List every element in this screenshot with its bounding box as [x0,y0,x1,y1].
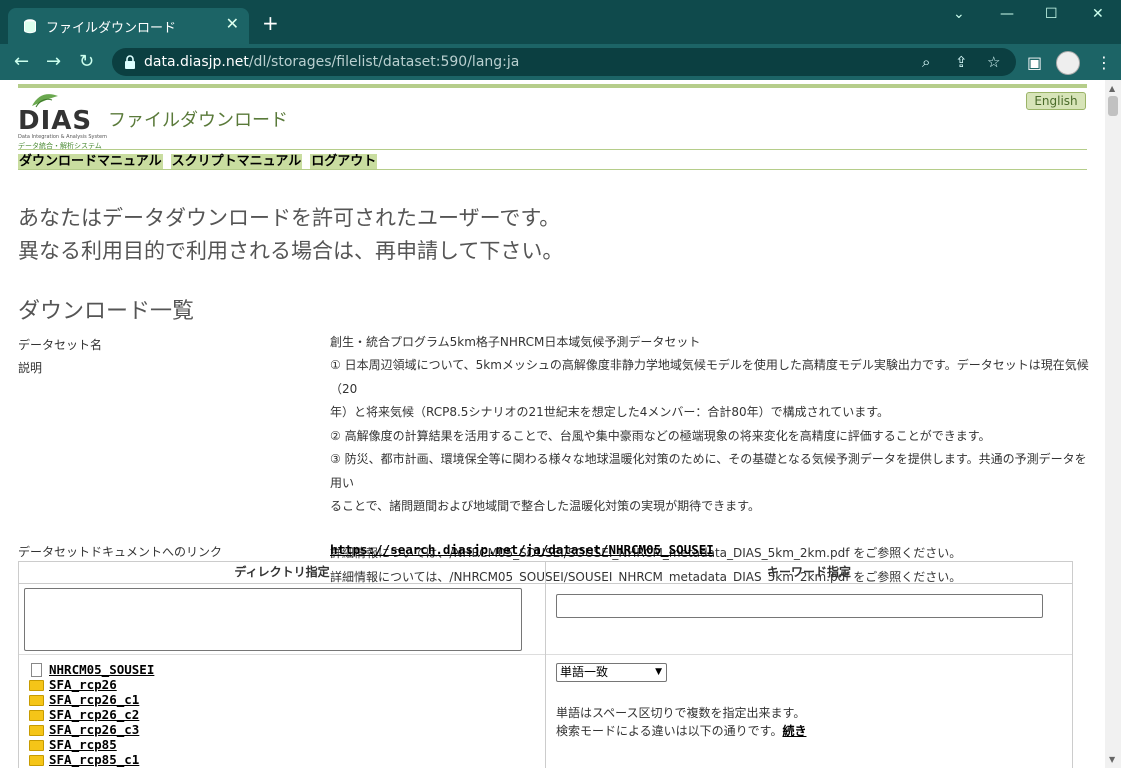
lock-icon [125,55,135,69]
tree-item[interactable]: SFA_rcp26 [29,677,154,692]
search-mode-value: 単語一致 [560,665,609,679]
search-mode-select[interactable]: 単語一致 ▼ [556,663,667,682]
dias-logo[interactable]: DIAS Data Integration & Analysis System … [18,92,108,150]
menu-logout[interactable]: ログアウト [310,154,378,169]
close-window-button[interactable]: ✕ [1092,6,1104,22]
search-table: ディレクトリ指定 キーワード指定 NHRCM05_SOUSEI SFA_rcp2… [18,561,1073,768]
scroll-up-icon[interactable]: ▲ [1109,84,1115,93]
doc-link-label: データセットドキュメントへのリンク [18,545,223,559]
reload-icon[interactable]: ↻ [79,51,94,72]
tree-item[interactable]: NHRCM05_SOUSEI [29,662,154,677]
logo-subtitle-en: Data Integration & Analysis System [18,134,107,140]
side-panel-icon[interactable]: ▣ [1027,53,1042,72]
message-line-1: あなたはデータダウンロードを許可されたユーザーです。 [18,206,561,230]
share-icon[interactable]: ⇪ [955,53,968,71]
tree-item-link[interactable]: SFA_rcp85 [49,737,117,752]
chevron-down-icon: ▼ [655,667,662,677]
tree-item-link[interactable]: SFA_rcp26_c3 [49,722,139,737]
browser-tab-active[interactable]: ファイルダウンロード ✕ [8,8,249,44]
folder-icon [29,695,44,706]
tree-item-link[interactable]: NHRCM05_SOUSEI [49,662,154,677]
forward-icon[interactable]: → [46,51,61,72]
url-path: /dl/storages/filelist/dataset:590/lang:j… [248,54,520,70]
url-host: data.diasjp.net [144,54,249,70]
scroll-down-icon[interactable]: ▼ [1109,755,1115,764]
menu-kebab-icon[interactable]: ⋮ [1096,53,1112,72]
permission-message: あなたはデータダウンロードを許可されたユーザーです。 異なる利用目的で利用される… [18,202,563,268]
main-menu: ダウンロードマニュアル スクリプトマニュアル ログアウト [18,150,385,169]
logo-word: DIAS [18,106,93,136]
description-line: 年）と将来気候（RCP8.5シナリオの21世紀末を想定した4メンバー：合計80年… [330,405,890,419]
minimize-button[interactable]: — [1000,6,1014,22]
url-input[interactable]: data.diasjp.net/dl/storages/filelist/dat… [112,48,1016,76]
tree-item[interactable]: SFA_rcp26_c2 [29,707,154,722]
new-tab-button[interactable]: + [262,11,279,35]
folder-icon [29,680,44,691]
page-heading: ダウンロード一覧 [18,299,195,324]
folder-icon [29,740,44,751]
english-button[interactable]: English [1026,92,1086,110]
folder-icon [29,710,44,721]
description-label: 説明 [18,361,43,375]
dataset-name-value: 創生・統合プログラム5km格子NHRCM日本域気候予測データセット [330,335,701,349]
tree-item-link[interactable]: SFA_rcp26 [49,677,117,692]
folder-icon [29,725,44,736]
address-bar: ← → ↻ data.diasjp.net/dl/storages/fileli… [0,44,1121,80]
file-icon [31,663,42,677]
browser-tab-bar: ファイルダウンロード ✕ + ⌄ — ☐ ✕ [0,0,1121,44]
tree-item-link[interactable]: SFA_rcp26_c1 [49,692,139,707]
description-line: ② 高解像度の計算結果を活用することで、台風や集中豪雨などの極端現象の将来変化を… [330,428,991,443]
folder-icon [29,755,44,766]
page-viewport: DIAS Data Integration & Analysis System … [0,80,1105,768]
dataset-doc-link[interactable]: https://search.diasjp.net/ja/dataset/NHR… [330,542,714,557]
help-more-link[interactable]: 続き [782,724,806,738]
directory-tree: NHRCM05_SOUSEI SFA_rcp26 SFA_rcp26_c1 SF… [29,662,154,767]
tree-item[interactable]: SFA_rcp26_c1 [29,692,154,707]
dataset-name-label: データセット名 [18,338,103,352]
description-line: ることで、諸問題間および地域間で整合した温暖化対策の実現が期待できます。 [330,499,760,513]
header-divider-top [18,84,1087,88]
tree-item[interactable]: SFA_rcp26_c3 [29,722,154,737]
tree-item-link[interactable]: SFA_rcp26_c2 [49,707,139,722]
profile-avatar[interactable] [1056,51,1080,75]
site-title: ファイルダウンロード [108,110,288,131]
menu-divider-bottom [18,169,1087,170]
maximize-button[interactable]: ☐ [1045,6,1058,22]
tab-close-icon[interactable]: ✕ [226,14,239,33]
description-line: ③ 防災、都市計画、環境保全等に関わる様々な地球温暖化対策のために、その基礎とな… [330,452,1087,490]
database-icon [24,19,36,34]
bookmark-star-icon[interactable]: ☆ [987,53,1000,71]
keyword-input[interactable] [556,594,1043,618]
tree-item[interactable]: SFA_rcp85_c1 [29,752,154,767]
tree-item-link[interactable]: SFA_rcp85_c1 [49,752,139,767]
keyword-help: 単語はスペース区切りで複数を指定出来ます。 検索モードによる違いは以下の通りです… [556,704,806,740]
menu-script-manual[interactable]: スクリプトマニュアル [170,154,303,169]
tab-search-icon[interactable]: ⌄ [953,6,965,22]
tree-item[interactable]: SFA_rcp85 [29,737,154,752]
back-icon[interactable]: ← [14,51,29,72]
description-line [330,519,1090,543]
directory-column-header: ディレクトリ指定 [19,562,545,584]
page-scrollbar[interactable]: ▲ ▼ [1105,80,1121,768]
zoom-icon[interactable]: ⌕ [922,53,930,71]
menu-download-manual[interactable]: ダウンロードマニュアル [18,154,163,169]
directory-textarea[interactable] [24,588,522,651]
tab-title: ファイルダウンロード [46,21,177,36]
help-line-2: 検索モードによる違いは以下の通りです。 [556,724,783,738]
description-line: ① 日本周辺領域について、5kmメッシュの高解像度非静力学地域気候モデルを使用し… [330,358,1089,396]
help-line-1: 単語はスペース区切りで複数を指定出来ます。 [556,706,806,720]
message-line-2: 異なる利用目的で利用される場合は、再申請して下さい。 [18,239,564,263]
keyword-column-header: キーワード指定 [546,562,1072,584]
scroll-thumb[interactable] [1108,96,1118,116]
